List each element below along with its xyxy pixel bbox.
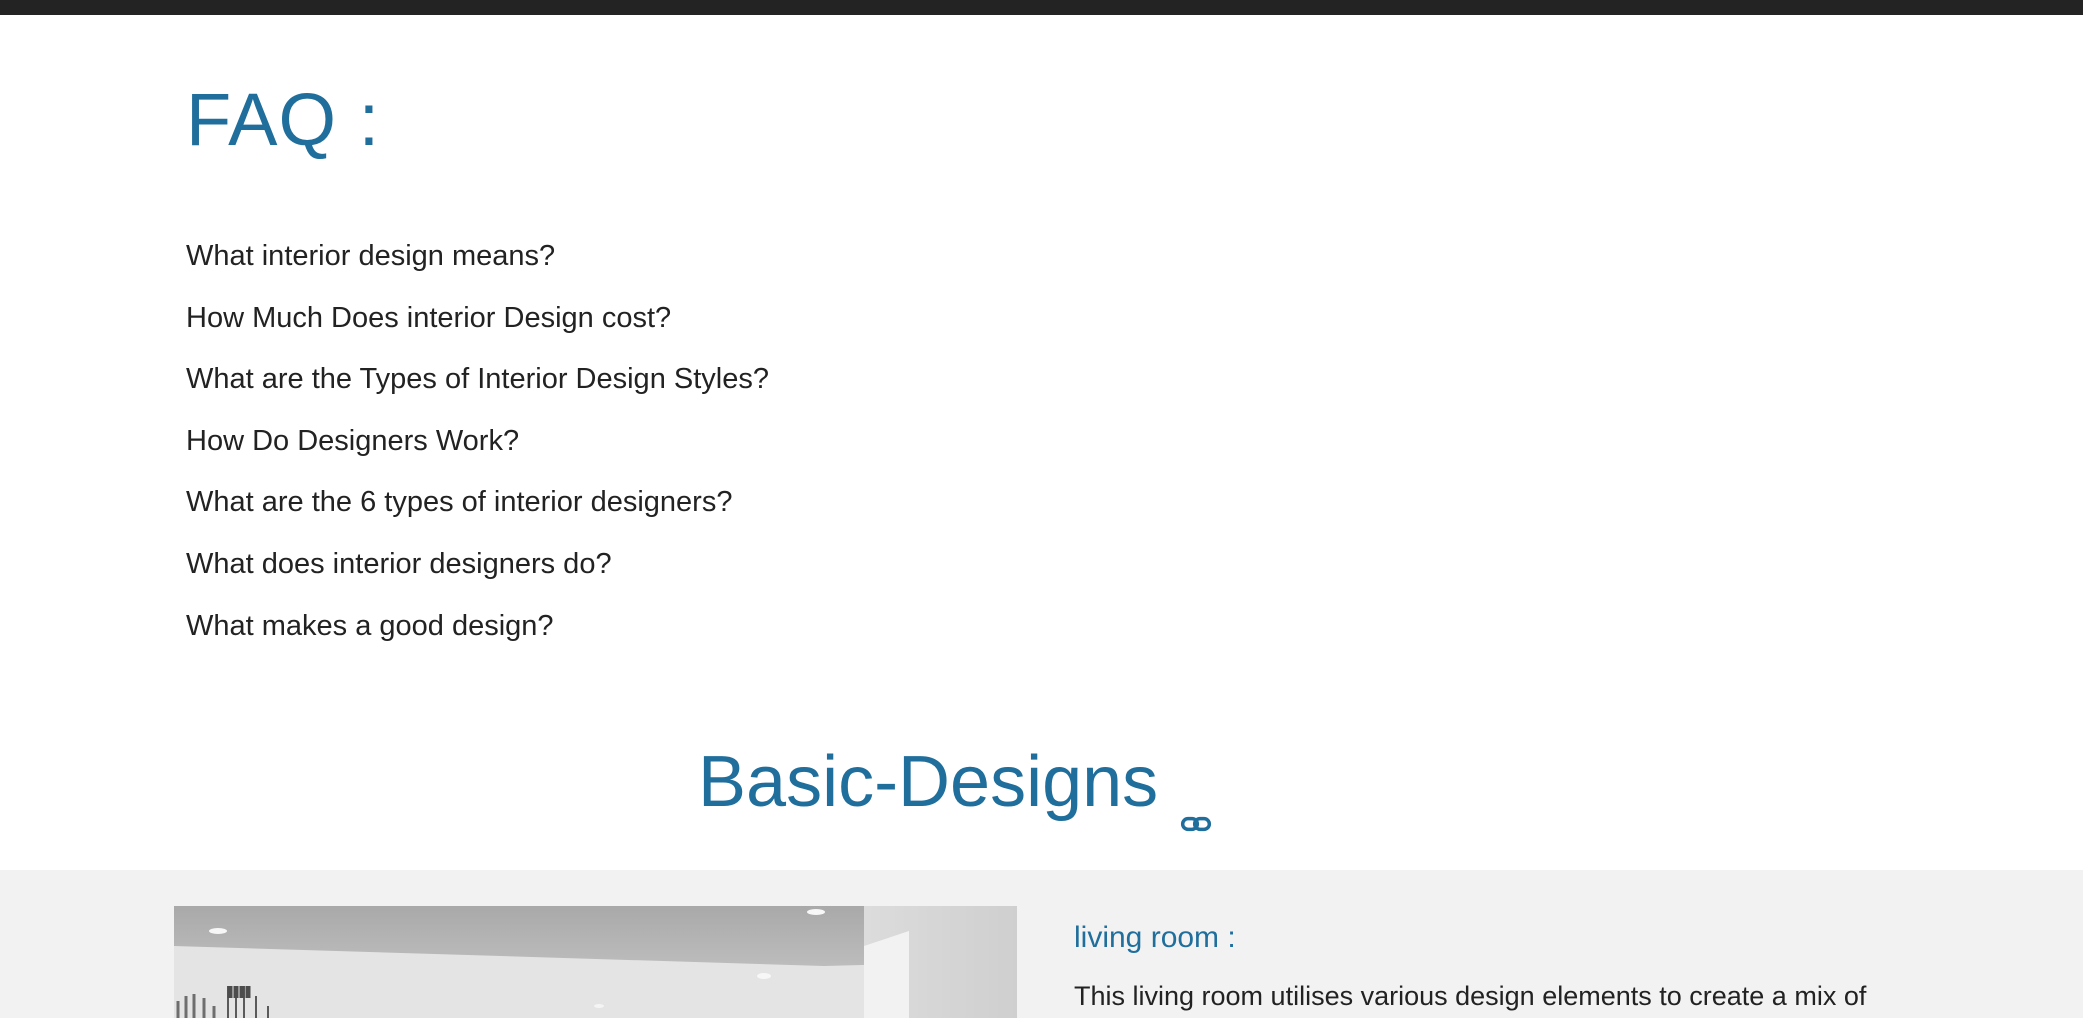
living-room-subtitle: living room :	[1074, 921, 1236, 954]
living-room-image	[174, 906, 1017, 1018]
basic-designs-heading: Basic-Designs	[698, 732, 1212, 832]
living-room-description: This living room utilises various design…	[1074, 981, 1867, 1011]
faq-heading: FAQ :	[186, 78, 381, 161]
faq-question[interactable]: What are the 6 types of interior designe…	[186, 476, 769, 538]
faq-list: What interior design means? How Much Doe…	[186, 230, 769, 661]
link-icon[interactable]	[1180, 766, 1212, 832]
design-feature-section: living room : This living room utilises …	[0, 870, 2083, 1018]
faq-question[interactable]: What makes a good design?	[186, 600, 769, 662]
basic-designs-title: Basic-Designs	[698, 742, 1159, 822]
faq-question[interactable]: What are the Types of Interior Design St…	[186, 353, 769, 415]
faq-question[interactable]: How Much Does interior Design cost?	[186, 292, 769, 354]
faq-question[interactable]: What does interior designers do?	[186, 538, 769, 600]
faq-question[interactable]: How Do Designers Work?	[186, 415, 769, 477]
top-nav-bar	[0, 0, 2083, 15]
faq-question[interactable]: What interior design means?	[186, 230, 769, 292]
